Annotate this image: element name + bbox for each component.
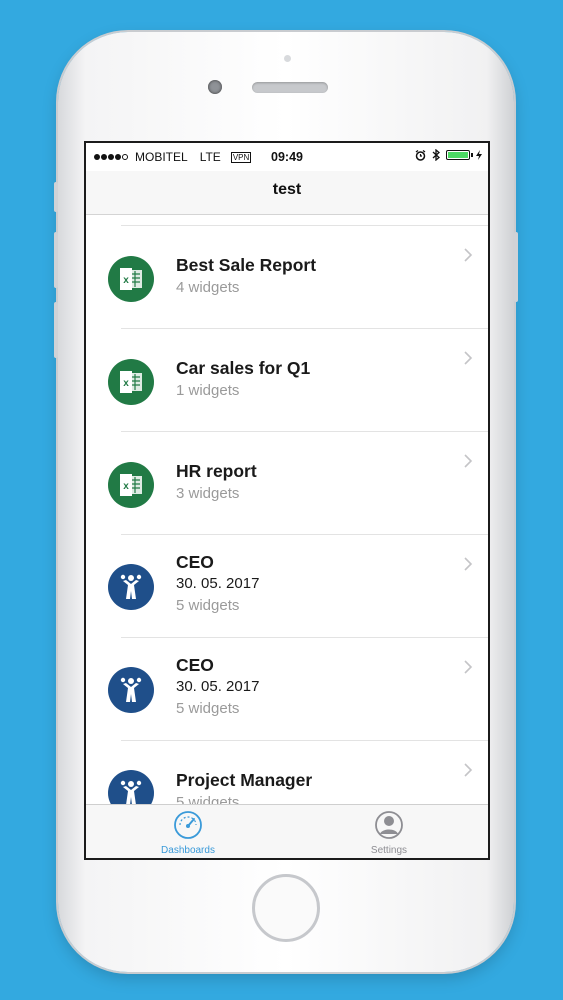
dashboard-title: HR report	[176, 461, 257, 481]
status-bar: MOBITEL LTE VPN 09:49	[86, 143, 488, 171]
widget-count: 3 widgets	[176, 485, 240, 502]
bluetooth-icon	[432, 149, 440, 161]
widget-count: 1 widgets	[176, 382, 240, 399]
jira-icon	[108, 667, 154, 713]
dashboard-date: 30. 05. 2017	[176, 678, 260, 695]
home-button[interactable]	[252, 874, 320, 942]
svg-text:x: x	[123, 378, 129, 389]
power-button	[514, 232, 518, 302]
navigation-bar: test	[86, 171, 488, 215]
tab-dashboards[interactable]: Dashboards	[128, 810, 248, 856]
chevron-right-icon	[464, 763, 473, 777]
chevron-right-icon	[464, 557, 473, 571]
dashboard-title: Car sales for Q1	[176, 358, 311, 378]
speedometer-icon	[174, 811, 202, 839]
proximity-sensor	[284, 55, 291, 62]
earpiece-speaker	[252, 82, 328, 93]
front-camera	[208, 80, 222, 94]
dashboard-list[interactable]: x Best Sale Report 4 widgets x Car sales…	[86, 215, 488, 805]
jira-icon	[108, 564, 154, 610]
widget-count: 5 widgets	[176, 597, 240, 614]
tab-settings[interactable]: Settings	[329, 810, 449, 856]
excel-icon: x	[108, 256, 154, 302]
dashboard-date: 30. 05. 2017	[176, 575, 260, 592]
excel-icon: x	[108, 462, 154, 508]
dashboard-row-best-sale-report[interactable]: x Best Sale Report 4 widgets	[86, 226, 488, 329]
page-title: test	[272, 181, 302, 198]
dashboard-row-ceo[interactable]: CEO 30. 05. 2017 5 widgets	[86, 638, 488, 741]
tab-bar: Dashboards Settings	[86, 804, 488, 858]
chevron-right-icon	[464, 660, 473, 674]
svg-text:x: x	[123, 275, 129, 286]
dashboard-row-car-sales-q1[interactable]: x Car sales for Q1 1 widgets	[86, 329, 488, 432]
app-screen: MOBITEL LTE VPN 09:49 test x Best Sale R…	[84, 141, 490, 860]
dashboard-title: Best Sale Report	[176, 255, 317, 275]
battery-icon	[446, 150, 473, 160]
volume-down-button	[54, 302, 58, 358]
dashboard-title: CEO	[176, 655, 214, 675]
excel-icon: x	[108, 359, 154, 405]
alarm-icon	[415, 149, 426, 161]
chevron-right-icon	[464, 454, 473, 468]
dashboard-row-project-manager[interactable]: Project Manager 5 widgets	[86, 741, 488, 805]
dashboard-title: Project Manager	[176, 770, 313, 790]
chevron-right-icon	[464, 351, 473, 365]
svg-text:x: x	[123, 481, 129, 492]
widget-count: 5 widgets	[176, 700, 240, 717]
tab-dashboards-label: Dashboards	[161, 845, 215, 856]
dashboard-row-ceo[interactable]: CEO 30. 05. 2017 5 widgets	[86, 535, 488, 638]
profile-icon	[375, 811, 403, 839]
dashboard-row-hr-report[interactable]: x HR report 3 widgets	[86, 432, 488, 535]
chevron-right-icon	[464, 248, 473, 262]
volume-up-button	[54, 232, 58, 288]
jira-icon	[108, 770, 154, 805]
widget-count: 4 widgets	[176, 279, 240, 296]
status-bar-right	[415, 149, 482, 161]
tab-settings-label: Settings	[370, 845, 408, 856]
charging-icon	[476, 150, 482, 160]
dashboard-title: CEO	[176, 552, 214, 572]
mute-switch	[54, 182, 58, 212]
